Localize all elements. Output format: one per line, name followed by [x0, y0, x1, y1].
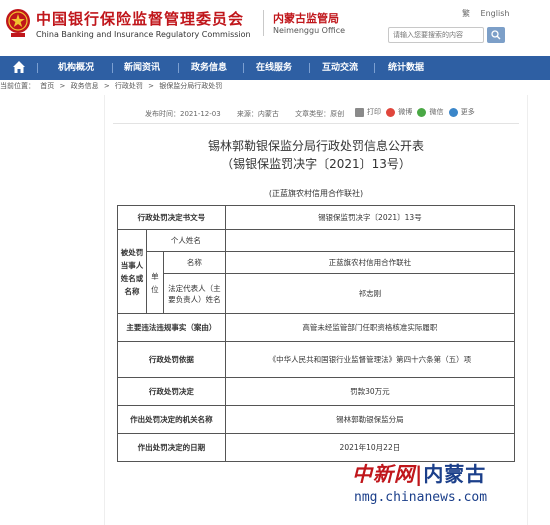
search-input[interactable]	[388, 27, 484, 43]
home-icon[interactable]	[12, 60, 26, 74]
more-icon[interactable]	[448, 107, 458, 117]
breadcrumb-branch-penalty[interactable]: 银保监分局行政处罚	[159, 82, 222, 90]
table-row: 单位 名称 正蓝旗农村信用合作联社	[118, 251, 516, 314]
wechat-icon[interactable]	[417, 107, 427, 117]
breadcrumb-separator: >	[148, 82, 155, 90]
search-button[interactable]	[487, 27, 505, 43]
watermark-region: 内蒙古	[423, 462, 487, 486]
traditional-chinese-link[interactable]: 繁	[462, 9, 470, 18]
decision-number-label: 行政处罚决定书文号	[117, 205, 226, 230]
nav-item-statistics[interactable]: 统计数据	[388, 56, 424, 80]
penalty-basis-value: 《中华人民共和国银行业监督管理法》第四十六条第（五）项	[224, 341, 516, 378]
violation-facts-value: 高管未经监管部门任职资格核准实际履职	[224, 313, 516, 342]
breadcrumb-prefix: 当前位置：	[0, 82, 35, 90]
table-row: 被处罚当事人姓名或名称 个人姓名	[117, 229, 516, 314]
penalty-basis-label: 行政处罚依据	[117, 341, 226, 378]
header-divider	[263, 10, 264, 36]
unit-name-value: 正蓝旗农村信用合作联社	[224, 251, 516, 274]
party-label: 被处罚当事人姓名或名称	[117, 229, 147, 314]
breadcrumb-separator: >	[103, 82, 110, 90]
english-link[interactable]: English	[481, 9, 510, 18]
nav-item-about[interactable]: 机构概况	[58, 56, 94, 80]
emblem-icon	[6, 9, 30, 37]
breadcrumb: 当前位置： 首页 > 政务信息 > 行政处罚 > 银保监分局行政处罚	[0, 80, 550, 93]
decision-number-value: 锡银保监罚决字〔2021〕13号	[224, 205, 516, 230]
branch-title-english: Neimenggu Office	[273, 26, 346, 35]
individual-name-label: 个人姓名	[145, 229, 226, 252]
nav-item-online-services[interactable]: 在线服务	[256, 56, 292, 80]
nav-divider	[37, 63, 38, 73]
site-title-english: China Banking and Insurance Regulatory C…	[36, 30, 251, 39]
nav-divider	[178, 63, 179, 73]
weibo-icon[interactable]	[386, 107, 396, 117]
violation-facts-label: 主要违法违规事实（案由）	[117, 313, 226, 342]
nav-item-government-info[interactable]: 政务信息	[191, 56, 227, 80]
breadcrumb-government-info[interactable]: 政务信息	[71, 82, 99, 90]
nav-item-interaction[interactable]: 互动交流	[322, 56, 358, 80]
more-link[interactable]: 更多	[461, 108, 475, 116]
weibo-link[interactable]: 微博	[398, 108, 412, 116]
site-header: 中国银行保险监督管理委员会 China Banking and Insuranc…	[0, 0, 550, 56]
branch-title[interactable]: 内蒙古监管局	[273, 10, 339, 26]
top-links: 繁 English	[462, 8, 517, 19]
authority-label: 作出处罚决定的机关名称	[117, 405, 226, 434]
penalized-organization: (正蓝旗农村信用合作联社)	[268, 189, 364, 198]
individual-name-value	[224, 229, 516, 252]
print-link[interactable]: 打印	[367, 108, 381, 116]
penalty-info-table: 行政处罚决定书文号 锡银保监罚决字〔2021〕13号 被处罚当事人姓名或名称 个…	[117, 205, 516, 462]
penalty-decision-value: 罚款30万元	[224, 377, 516, 406]
nav-divider	[112, 63, 113, 73]
breadcrumb-home[interactable]: 首页	[40, 82, 54, 90]
article-source: 来源：内蒙古	[236, 110, 279, 118]
table-row: 行政处罚依据 《中华人民共和国银行业监督管理法》第四十六条第（五）项	[117, 341, 516, 378]
main-nav: 机构概况 新闻资讯 政务信息 在线服务 互动交流 统计数据	[0, 56, 550, 80]
nav-item-news[interactable]: 新闻资讯	[124, 56, 160, 80]
watermark-logo: 中新网|内蒙古	[352, 458, 486, 487]
breadcrumb-penalty[interactable]: 行政处罚	[115, 82, 143, 90]
penalty-decision-label: 行政处罚决定	[117, 377, 226, 406]
nav-divider	[243, 63, 244, 73]
table-row: 作出处罚决定的机关名称 锡林郭勒银保监分局	[117, 405, 516, 434]
table-row: 法定代表人（主要负责人）姓名 祁志刚	[118, 273, 516, 314]
table-row: 行政处罚决定书文号 锡银保监罚决字〔2021〕13号	[117, 205, 516, 230]
meta-divider	[113, 123, 519, 124]
breadcrumb-separator: >	[59, 82, 66, 90]
search-icon	[491, 30, 501, 40]
article-type: 文章类型：原创	[295, 110, 345, 118]
unit-label: 单位	[145, 251, 164, 314]
nav-divider	[374, 63, 375, 73]
watermark-url: nmg.chinanews.com	[354, 490, 488, 505]
nav-divider	[309, 63, 310, 73]
unit-name-label: 名称	[162, 251, 226, 274]
legal-representative-label: 法定代表人（主要负责人）姓名	[162, 273, 226, 314]
document-number-title: （锡银保监罚决字〔2021〕13号）	[221, 157, 411, 171]
wechat-link[interactable]: 微信	[429, 108, 443, 116]
decision-date-label: 作出处罚决定的日期	[117, 433, 226, 462]
legal-representative-value: 祁志刚	[224, 273, 516, 314]
article-tools: 打印 微博 微信 更多	[355, 107, 478, 117]
document-title: 锡林郭勒银保监分局行政处罚信息公开表	[207, 139, 424, 153]
print-icon[interactable]	[355, 107, 364, 117]
table-row: 主要违法违规事实（案由） 高管未经监管部门任职资格核准实际履职	[117, 313, 516, 342]
publish-time: 发布时间：2021-12-03	[145, 110, 221, 118]
table-row: 行政处罚决定 罚款30万元	[117, 377, 516, 406]
watermark-brand: 中新网	[352, 462, 415, 486]
site-title[interactable]: 中国银行保险监督管理委员会	[36, 8, 244, 29]
article-meta: 发布时间：2021-12-03 来源：内蒙古 文章类型：原创	[145, 109, 358, 119]
authority-value: 锡林郭勒银保监分局	[224, 405, 516, 434]
